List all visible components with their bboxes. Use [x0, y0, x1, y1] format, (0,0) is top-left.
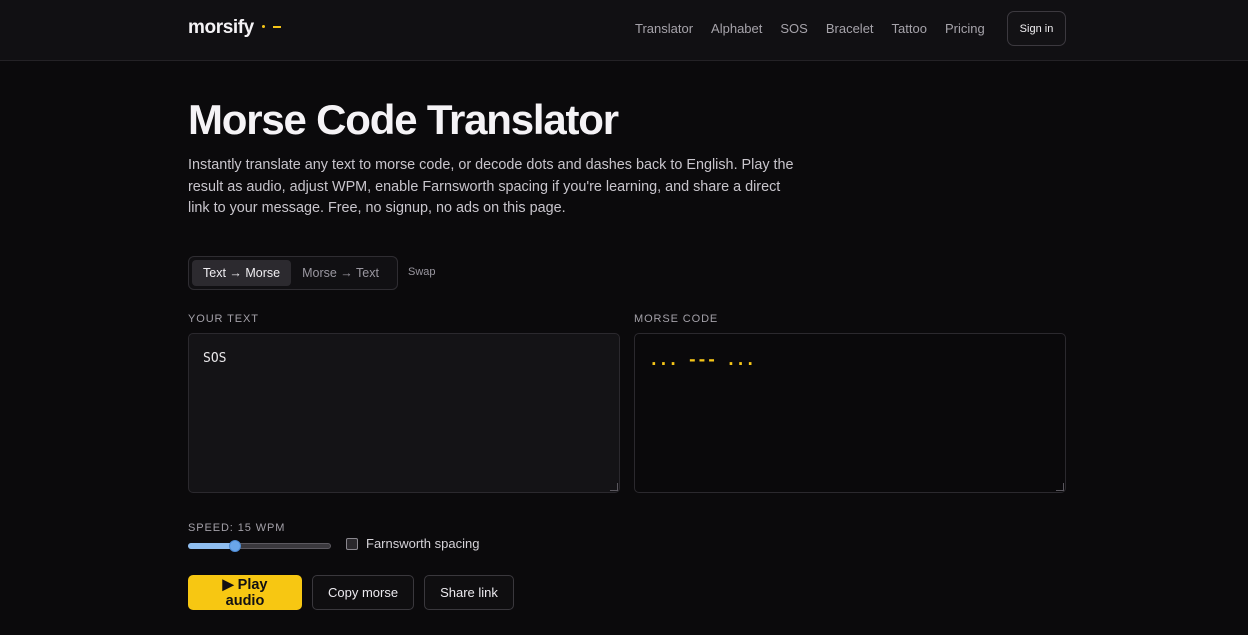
- mode-toggle: Text → Morse Morse → Text: [188, 256, 398, 290]
- page-intro: Instantly translate any text to morse co…: [188, 157, 794, 216]
- input-label: YOUR TEXT: [188, 313, 259, 325]
- brand-logo[interactable]: morsify: [188, 17, 281, 39]
- output-resize-handle[interactable]: [1056, 483, 1064, 491]
- output-label: MORSE CODE: [634, 313, 719, 325]
- logo-morse-mark: [261, 25, 281, 28]
- slider-thumb[interactable]: [229, 540, 241, 552]
- slider-fill: [188, 543, 235, 549]
- speed-slider[interactable]: [188, 540, 331, 552]
- text-input[interactable]: SOS: [188, 333, 620, 493]
- mode-text-to-morse[interactable]: Text → Morse: [192, 260, 292, 286]
- brand-name: morsify: [188, 17, 254, 38]
- play-audio-button[interactable]: ▶ Play audio: [188, 575, 302, 610]
- logo-dash-icon: [272, 25, 281, 28]
- logo-dot-icon: [261, 25, 265, 28]
- copy-morse-button[interactable]: Copy morse: [312, 575, 415, 610]
- input-resize-handle[interactable]: [610, 483, 618, 491]
- share-link-button[interactable]: Share link: [424, 575, 514, 610]
- site-header: morsify Translator Alphabet SOS Bracelet…: [0, 0, 1248, 61]
- morse-output[interactable]: ... --- ...: [634, 333, 1066, 493]
- nav-item-pricing[interactable]: Pricing: [945, 21, 985, 36]
- page-title: Morse Code Translator: [188, 96, 619, 143]
- farnsworth-checkbox[interactable]: [346, 537, 358, 550]
- nav-item-sos[interactable]: SOS: [780, 21, 807, 36]
- nav-item-bracelet[interactable]: Bracelet: [826, 21, 874, 36]
- action-bar: ▶ Play audio Copy morse Share link: [188, 575, 514, 610]
- nav-item-alphabet[interactable]: Alphabet: [711, 21, 762, 36]
- sign-in-button[interactable]: Sign in: [1007, 11, 1066, 46]
- farnsworth-toggle[interactable]: Farnsworth spacing: [346, 536, 479, 551]
- nav-item-translator[interactable]: Translator: [635, 21, 693, 36]
- mode-morse-to-text[interactable]: Morse → Text: [291, 260, 390, 286]
- farnsworth-label: Farnsworth spacing: [366, 536, 480, 551]
- swap-button[interactable]: Swap: [408, 266, 436, 278]
- main-nav: Translator Alphabet SOS Bracelet Tattoo …: [635, 21, 985, 36]
- speed-label: SPEED: 15 WPM: [188, 522, 286, 534]
- nav-item-tattoo[interactable]: Tattoo: [892, 21, 927, 36]
